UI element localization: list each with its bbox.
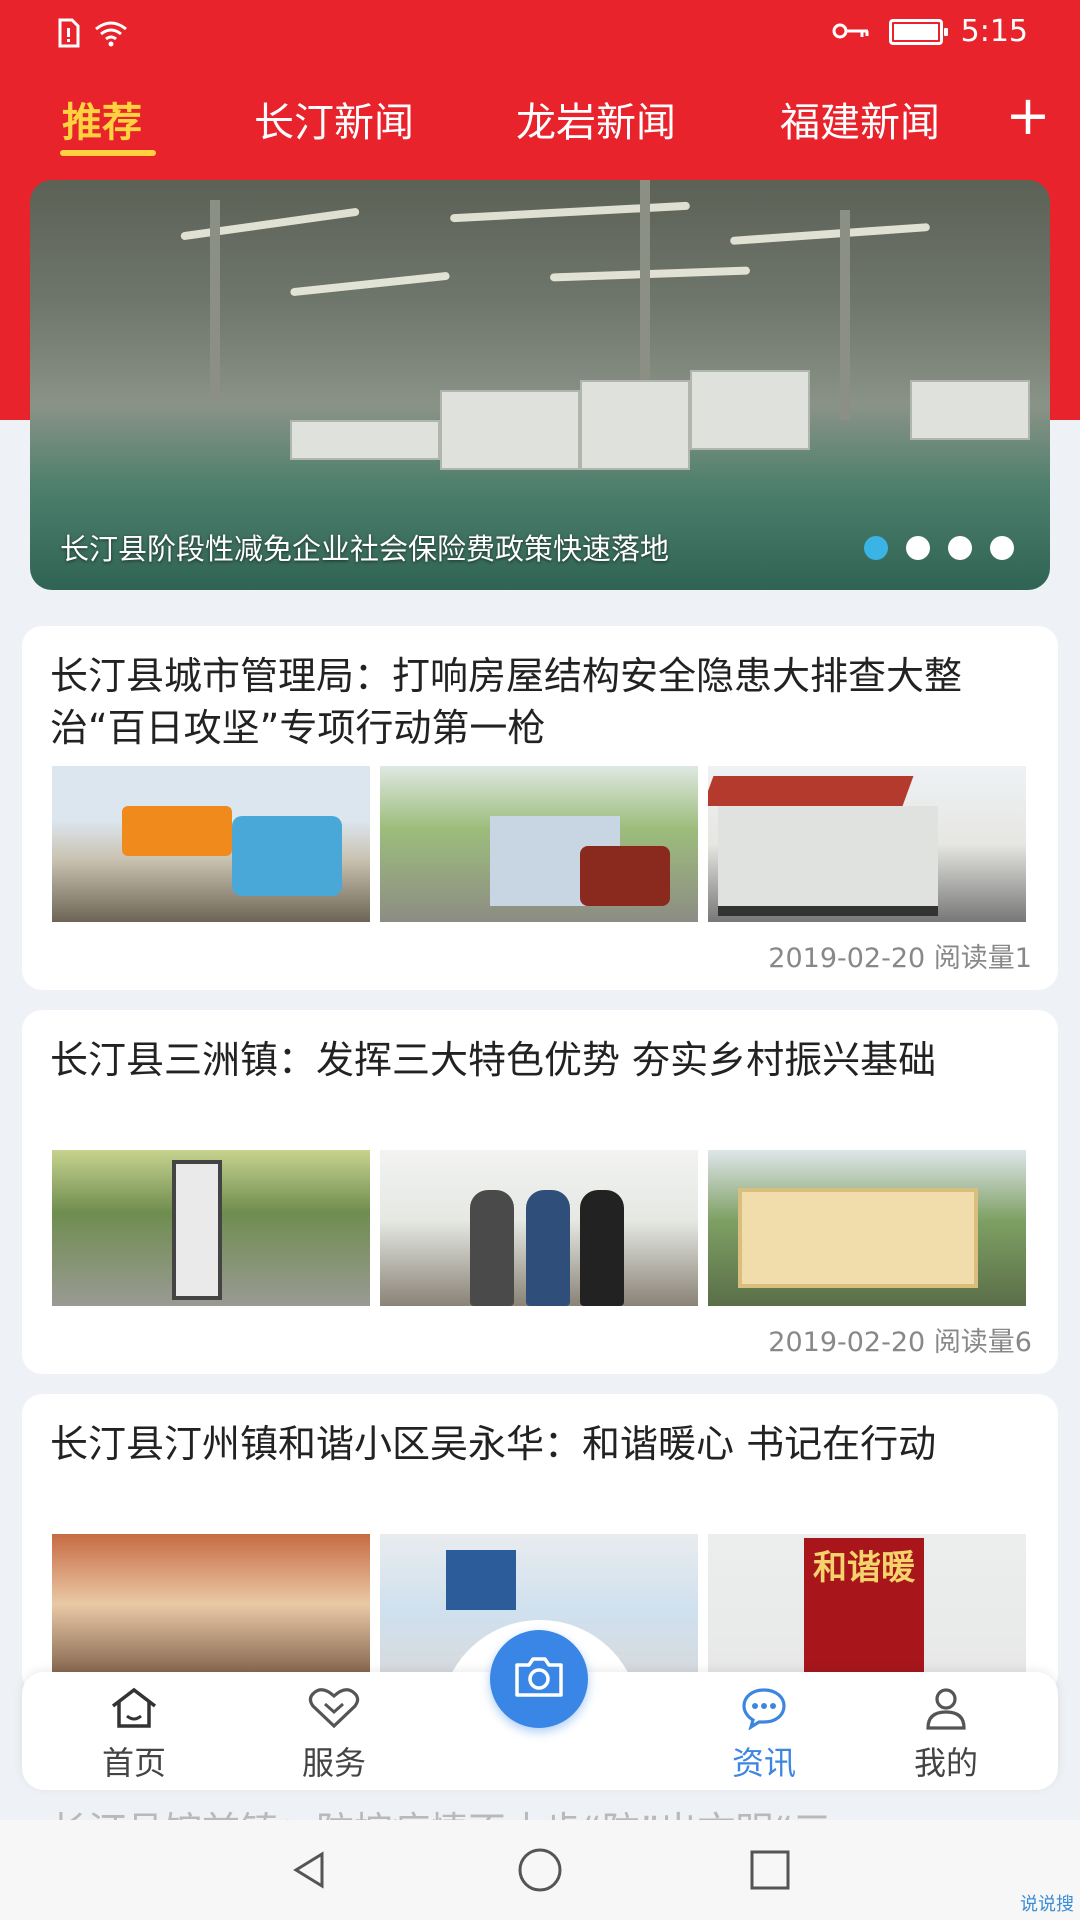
watermark-text: 说说搜	[1020, 1894, 1074, 1915]
nav-service[interactable]: 服务	[274, 1686, 394, 1784]
camera-icon	[511, 1655, 567, 1703]
carousel-dot[interactable]	[906, 536, 930, 560]
recents-icon[interactable]	[740, 1840, 800, 1900]
news-thumbnail	[380, 1150, 698, 1306]
status-bar: 5:15	[0, 0, 1080, 70]
tab-recommend[interactable]: 推荐	[62, 90, 142, 148]
nav-home-label: 首页	[101, 1744, 166, 1782]
news-title[interactable]: 长汀县城市管理局：打响房屋结构安全隐患大排查大整治“百日攻坚”专项行动第一枪	[50, 650, 1040, 754]
news-title[interactable]: 长汀县汀州镇和谐小区吴永华：和谐暖心 书记在行动	[50, 1418, 1040, 1470]
honor-banner-text: 和谐暖	[804, 1538, 924, 1690]
news-card[interactable]: 长汀县城市管理局：打响房屋结构安全隐患大排查大整治“百日攻坚”专项行动第一枪 2…	[22, 626, 1058, 990]
carousel-indicators	[864, 536, 1014, 560]
nav-mine-label: 我的	[913, 1744, 978, 1782]
news-thumbnail	[708, 1150, 1026, 1306]
tab-longyan-news[interactable]: 龙岩新闻	[516, 90, 676, 148]
banner-caption[interactable]: 长汀县阶段性减免企业社会保险费政策快速落地	[60, 526, 669, 568]
news-date: 2019-02-20	[768, 1327, 926, 1358]
news-read-count: 阅读量6	[933, 1327, 1032, 1358]
system-nav-bar: 说说搜	[0, 1820, 1080, 1920]
news-date: 2019-02-20	[768, 943, 926, 974]
news-thumbnail: 和谐暖	[708, 1534, 1026, 1690]
sim-icon	[58, 18, 80, 52]
news-thumbnail	[52, 1534, 370, 1690]
news-title[interactable]: 长汀县三洲镇：发挥三大特色优势 夯实乡村振兴基础	[50, 1034, 1040, 1086]
back-icon[interactable]	[280, 1840, 340, 1900]
battery-icon	[888, 18, 948, 45]
user-icon	[886, 1686, 1006, 1730]
home-icon	[74, 1686, 194, 1730]
carousel-dot[interactable]	[948, 536, 972, 560]
news-thumbnail	[52, 1150, 370, 1306]
add-channel-button[interactable]: +	[998, 88, 1058, 148]
wifi-icon	[94, 19, 128, 51]
banner-carousel[interactable]: 长汀县阶段性减免企业社会保险费政策快速落地	[30, 180, 1050, 590]
home-circle-icon[interactable]	[510, 1840, 570, 1900]
news-card[interactable]: 长汀县三洲镇：发挥三大特色优势 夯实乡村振兴基础 2019-02-20 阅读量6	[22, 1010, 1058, 1374]
chat-bubble-icon	[704, 1686, 824, 1730]
camera-button[interactable]	[490, 1630, 588, 1728]
news-thumbnail	[52, 766, 370, 922]
nav-news[interactable]: 资讯	[704, 1686, 824, 1784]
nav-news-label: 资讯	[731, 1744, 796, 1782]
news-thumbnail	[708, 766, 1026, 922]
tab-active-indicator	[60, 150, 156, 156]
news-thumbnail	[380, 766, 698, 922]
nav-home[interactable]: 首页	[74, 1686, 194, 1784]
news-meta: 2019-02-20 阅读量1	[768, 936, 1032, 975]
clock-time: 5:15	[960, 14, 1028, 49]
news-read-count: 阅读量1	[933, 943, 1032, 974]
handshake-icon	[274, 1686, 394, 1730]
carousel-dot[interactable]	[990, 536, 1014, 560]
nav-mine[interactable]: 我的	[886, 1686, 1006, 1784]
key-icon	[831, 14, 871, 49]
tab-fujian-news[interactable]: 福建新闻	[780, 90, 940, 148]
tab-changting-news[interactable]: 长汀新闻	[254, 90, 414, 148]
channel-tabs: 推荐 长汀新闻 龙岩新闻 福建新闻 +	[0, 82, 1080, 162]
news-meta: 2019-02-20 阅读量6	[768, 1320, 1032, 1359]
carousel-dot[interactable]	[864, 536, 888, 560]
nav-service-label: 服务	[301, 1744, 366, 1782]
